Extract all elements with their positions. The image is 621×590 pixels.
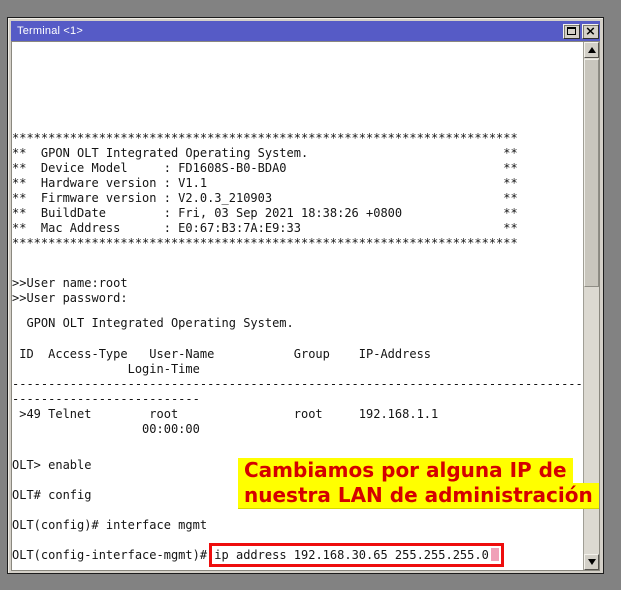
terminal-content: ****************************************…	[11, 41, 600, 571]
titlebar[interactable]: Terminal <1> ×	[11, 21, 600, 41]
system-line: GPON OLT Integrated Operating System.	[12, 316, 294, 331]
prompt-text: OLT(config-interface-mgmt)#	[12, 548, 214, 562]
annotation-line-1: Cambiamos por alguna IP de	[238, 458, 573, 484]
highlight-box: ip address 192.168.30.65 255.255.255.0	[214, 548, 499, 562]
current-command-line: OLT(config-interface-mgmt)# ip address 1…	[12, 548, 499, 563]
close-button[interactable]: ×	[582, 24, 599, 39]
close-icon: ×	[585, 25, 596, 37]
scroll-down-icon	[588, 559, 596, 565]
maximize-icon	[567, 27, 576, 35]
session-table-block: ID Access-Type User-Name Group IP-Addres…	[12, 347, 583, 437]
terminal-output[interactable]: ****************************************…	[12, 42, 583, 570]
window-title: Terminal <1>	[17, 25, 561, 37]
commands-block: OLT> enable OLT# config OLT(config)# int…	[12, 458, 207, 533]
scroll-up-icon	[588, 47, 596, 53]
terminal-cursor	[491, 548, 499, 561]
annotation-line-2: nuestra LAN de administración	[238, 483, 599, 509]
maximize-button[interactable]	[563, 24, 580, 39]
login-block: >>User name:root >>User password:	[12, 276, 128, 306]
scroll-up-button[interactable]	[584, 42, 599, 58]
highlighted-command: ip address 192.168.30.65 255.255.255.0	[214, 548, 489, 562]
scroll-down-button[interactable]	[584, 554, 599, 570]
banner-block: ****************************************…	[12, 131, 518, 251]
scrollbar-thumb[interactable]	[584, 59, 599, 287]
terminal-window: Terminal <1> × *************************…	[7, 17, 604, 574]
